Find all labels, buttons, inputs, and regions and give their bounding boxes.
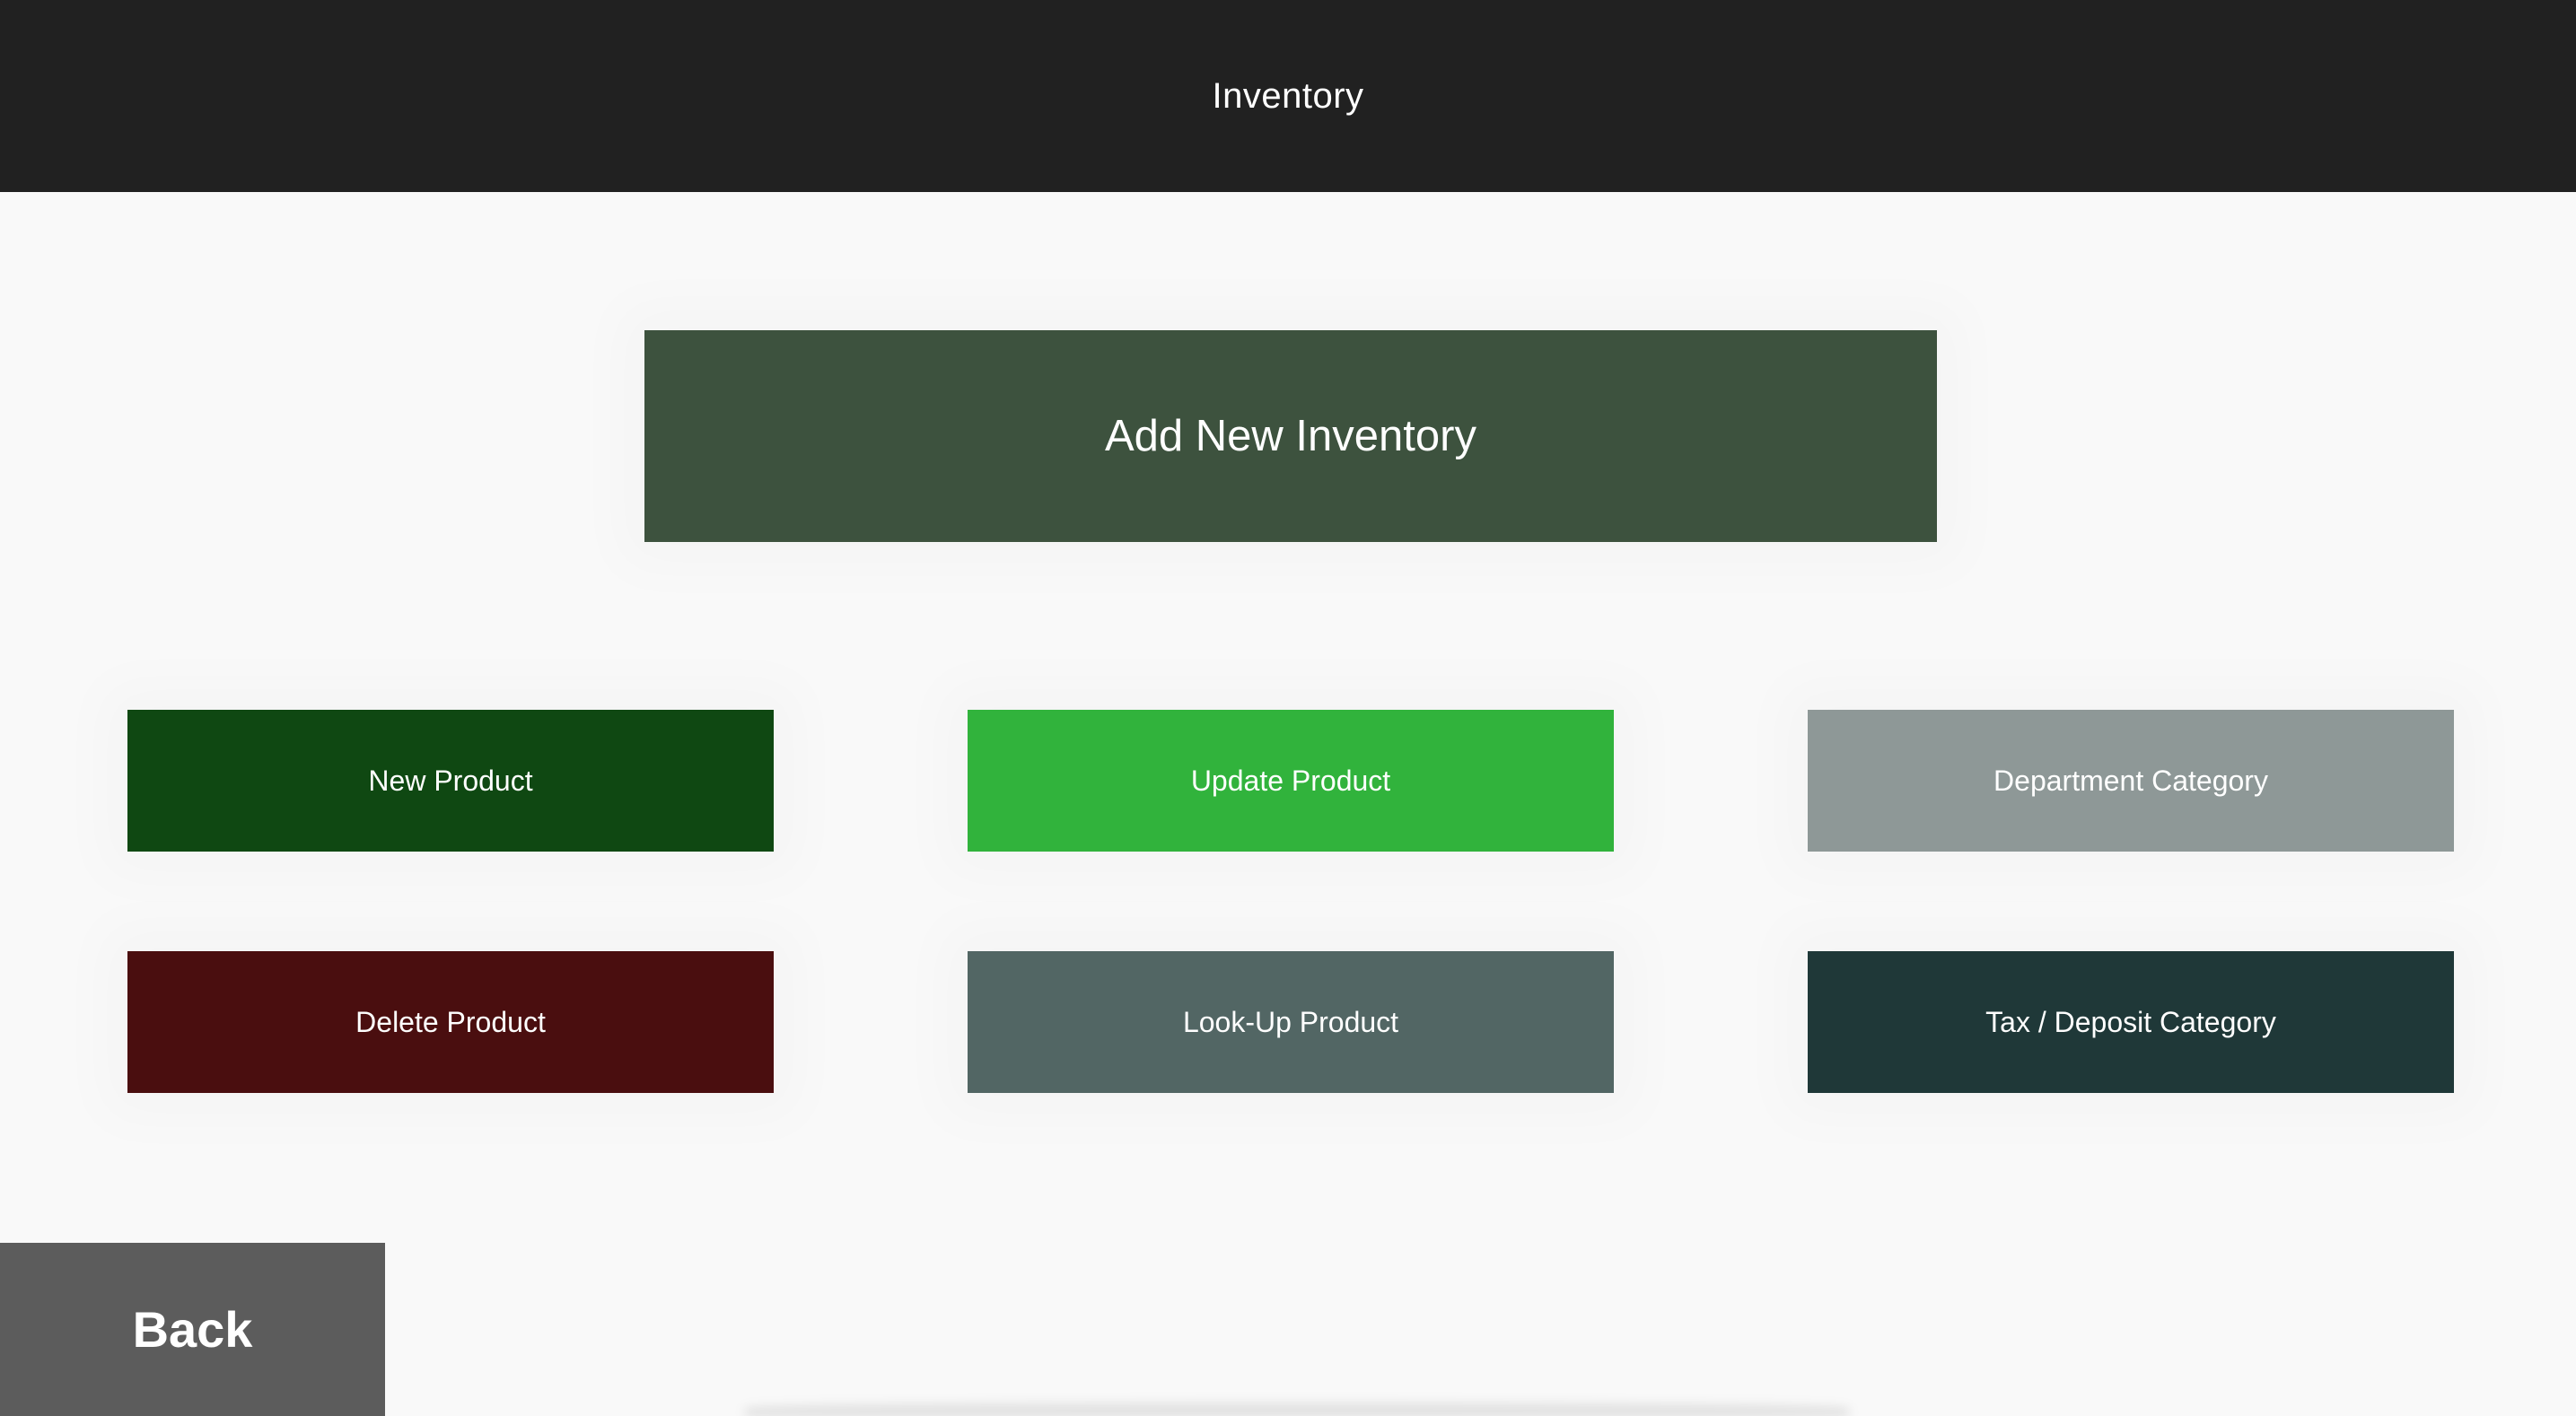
back-label: Back	[132, 1301, 253, 1358]
lookup-product-button[interactable]: Look-Up Product	[968, 951, 1614, 1093]
add-new-inventory-button[interactable]: Add New Inventory	[644, 330, 1937, 542]
back-button[interactable]: Back	[0, 1243, 385, 1416]
tax-deposit-category-button[interactable]: Tax / Deposit Category	[1808, 951, 2454, 1093]
new-product-label: New Product	[368, 764, 533, 797]
update-product-button[interactable]: Update Product	[968, 710, 1614, 852]
department-category-label: Department Category	[1993, 764, 2268, 797]
update-product-label: Update Product	[1190, 764, 1391, 797]
app-header: Inventory	[0, 0, 2576, 192]
delete-product-label: Delete Product	[355, 1005, 546, 1038]
lookup-product-label: Look-Up Product	[1182, 1005, 1399, 1038]
bottom-sheet-shadow	[745, 1402, 1849, 1416]
delete-product-button[interactable]: Delete Product	[127, 951, 774, 1093]
new-product-button[interactable]: New Product	[127, 710, 774, 852]
tax-deposit-category-label: Tax / Deposit Category	[1985, 1005, 2276, 1038]
add-new-inventory-label: Add New Inventory	[1105, 412, 1476, 460]
department-category-button[interactable]: Department Category	[1808, 710, 2454, 852]
page-title: Inventory	[1212, 75, 1364, 116]
